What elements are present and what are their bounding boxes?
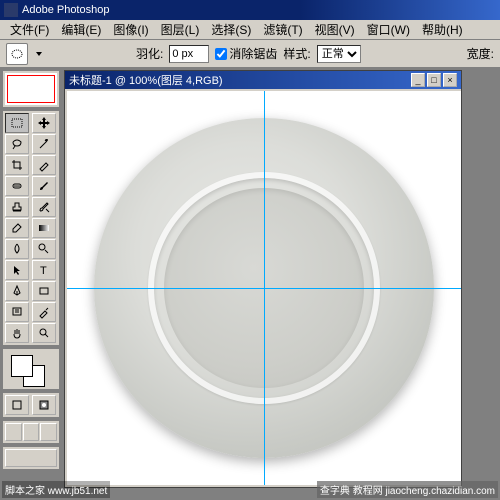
style-label: 样式: <box>283 45 310 62</box>
tool-preset-dropdown-icon[interactable] <box>34 49 44 59</box>
tool-shape[interactable] <box>32 281 56 301</box>
watermark-right: 查字典 教程网 jiaocheng.chazidian.com <box>317 481 498 498</box>
menu-edit[interactable]: 编辑(E) <box>55 21 107 38</box>
antialias-checkbox[interactable] <box>215 48 227 60</box>
close-button[interactable]: × <box>443 73 457 87</box>
screen-modes <box>2 420 60 444</box>
tool-hand[interactable] <box>5 323 29 343</box>
tool-type[interactable]: T <box>32 260 56 280</box>
standard-mode-icon[interactable] <box>5 395 29 415</box>
tool-healing[interactable] <box>5 176 29 196</box>
workspace: T 未标题-1 @ 100%(图层 4,RGB) <box>0 68 500 500</box>
tool-path-select[interactable] <box>5 260 29 280</box>
menu-filter[interactable]: 滤镜(T) <box>257 21 308 38</box>
tool-dodge[interactable] <box>32 239 56 259</box>
antialias-checkbox-label[interactable]: 消除锯齿 <box>215 45 277 62</box>
app-title: Adobe Photoshop <box>22 4 109 16</box>
tool-stamp[interactable] <box>5 197 29 217</box>
screen-standard-icon[interactable] <box>5 423 22 441</box>
foreground-color-swatch[interactable] <box>11 355 33 377</box>
jump-to <box>2 446 60 470</box>
feather-label: 羽化: <box>136 45 163 62</box>
width-label: 宽度: <box>467 45 494 62</box>
minimize-button[interactable]: _ <box>411 73 425 87</box>
menu-help[interactable]: 帮助(H) <box>416 21 469 38</box>
tool-crop[interactable] <box>5 155 29 175</box>
tool-lasso[interactable] <box>5 134 29 154</box>
menu-select[interactable]: 选择(S) <box>205 21 257 38</box>
tool-preview-icon[interactable] <box>6 43 28 65</box>
tool-history-brush[interactable] <box>32 197 56 217</box>
tool-blur[interactable] <box>5 239 29 259</box>
toolbox: T <box>2 110 60 346</box>
jump-imageready-icon[interactable] <box>5 449 57 467</box>
options-bar: 羽化: 消除锯齿 样式: 正常 宽度: <box>0 40 500 68</box>
tool-gradient[interactable] <box>32 218 56 238</box>
app-icon <box>4 3 18 17</box>
tool-eyedropper[interactable] <box>32 302 56 322</box>
canvas[interactable] <box>67 91 461 485</box>
maximize-button[interactable]: □ <box>427 73 441 87</box>
screen-full-icon[interactable] <box>40 423 57 441</box>
app-titlebar: Adobe Photoshop <box>0 0 500 20</box>
tool-zoom[interactable] <box>32 323 56 343</box>
canvas-area: 未标题-1 @ 100%(图层 4,RGB) _ □ × <box>62 68 500 500</box>
menu-window[interactable]: 窗口(W) <box>361 21 416 38</box>
tool-slice[interactable] <box>32 155 56 175</box>
tool-eraser[interactable] <box>5 218 29 238</box>
svg-text:T: T <box>40 265 47 277</box>
tool-brush[interactable] <box>32 176 56 196</box>
menu-layer[interactable]: 图层(L) <box>155 21 206 38</box>
menubar: 文件(F) 编辑(E) 图像(I) 图层(L) 选择(S) 滤镜(T) 视图(V… <box>0 20 500 40</box>
document-title: 未标题-1 @ 100%(图层 4,RGB) <box>69 72 223 88</box>
tool-notes[interactable] <box>5 302 29 322</box>
menu-image[interactable]: 图像(I) <box>107 21 154 38</box>
tool-marquee-rect[interactable] <box>5 113 29 133</box>
navigator-thumbnail <box>5 73 57 105</box>
navigator-panel[interactable] <box>2 70 60 108</box>
menu-file[interactable]: 文件(F) <box>4 21 55 38</box>
document-window: 未标题-1 @ 100%(图层 4,RGB) _ □ × <box>64 70 462 488</box>
edit-modes <box>2 392 60 418</box>
tool-pen[interactable] <box>5 281 29 301</box>
tool-move[interactable] <box>32 113 56 133</box>
style-select[interactable]: 正常 <box>317 45 361 63</box>
color-swatches[interactable] <box>2 348 60 390</box>
tool-magic-wand[interactable] <box>32 134 56 154</box>
quickmask-mode-icon[interactable] <box>32 395 56 415</box>
watermark-left: 脚本之家 www.jb51.net <box>2 481 110 498</box>
feather-input[interactable] <box>169 45 209 63</box>
menu-view[interactable]: 视图(V) <box>309 21 361 38</box>
horizontal-guide[interactable] <box>67 288 461 289</box>
document-titlebar[interactable]: 未标题-1 @ 100%(图层 4,RGB) _ □ × <box>65 71 461 89</box>
left-column: T <box>0 68 62 500</box>
screen-full-menubar-icon[interactable] <box>23 423 40 441</box>
